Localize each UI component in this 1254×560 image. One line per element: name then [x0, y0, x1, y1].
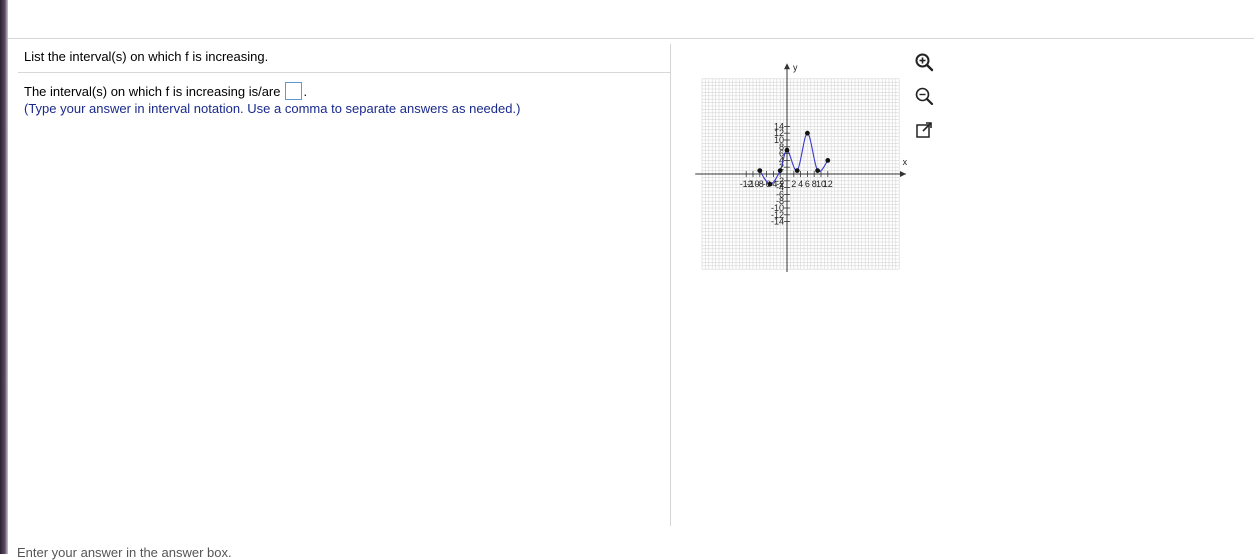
zoom-out-button[interactable] — [912, 84, 936, 108]
curve-point — [825, 158, 831, 163]
x-tick-label: 4 — [798, 179, 803, 189]
x-axis-label: x — [903, 157, 908, 167]
function-graph: xy-12-10-8-6-4-2 2 4 6 8 10121412108642-2-4-6… — [695, 63, 908, 272]
curve-point — [784, 147, 790, 153]
y-tick-label: -14 — [771, 217, 784, 227]
curve-point — [767, 181, 773, 187]
answer-prefix: The interval(s) on which f is increasing… — [24, 83, 281, 99]
popout-button[interactable] — [912, 118, 936, 142]
y-axis-label: y — [793, 63, 798, 73]
curve-point — [777, 168, 783, 173]
top-divider — [8, 38, 1254, 39]
zoom-out-icon — [915, 87, 934, 106]
answer-hint: (Type your answer in interval notation. … — [24, 101, 521, 116]
popout-icon — [916, 122, 932, 138]
status-footer: Enter your answer in the answer box. — [17, 545, 232, 560]
curve-point — [805, 130, 810, 136]
zoom-in-button[interactable] — [912, 50, 936, 74]
question-divider — [18, 72, 670, 73]
answer-suffix: . — [303, 83, 308, 99]
x-tick-label: 2 — [791, 179, 796, 189]
answer-line: The interval(s) on which f is increasing… — [24, 82, 307, 100]
x-tick-label: 6 — [805, 179, 810, 189]
y-axis-arrow — [784, 63, 790, 70]
zoom-in-icon — [915, 53, 934, 72]
curve-point — [757, 168, 763, 173]
window-edge — [0, 0, 8, 554]
curve-point — [794, 168, 800, 173]
curve-point — [815, 168, 820, 173]
pane-divider — [670, 44, 671, 526]
x-axis-arrow — [900, 171, 906, 177]
answer-input[interactable] — [284, 82, 302, 100]
x-tick-label: 12 — [823, 179, 833, 189]
question-prompt: List the interval(s) on which f is incre… — [24, 49, 269, 64]
